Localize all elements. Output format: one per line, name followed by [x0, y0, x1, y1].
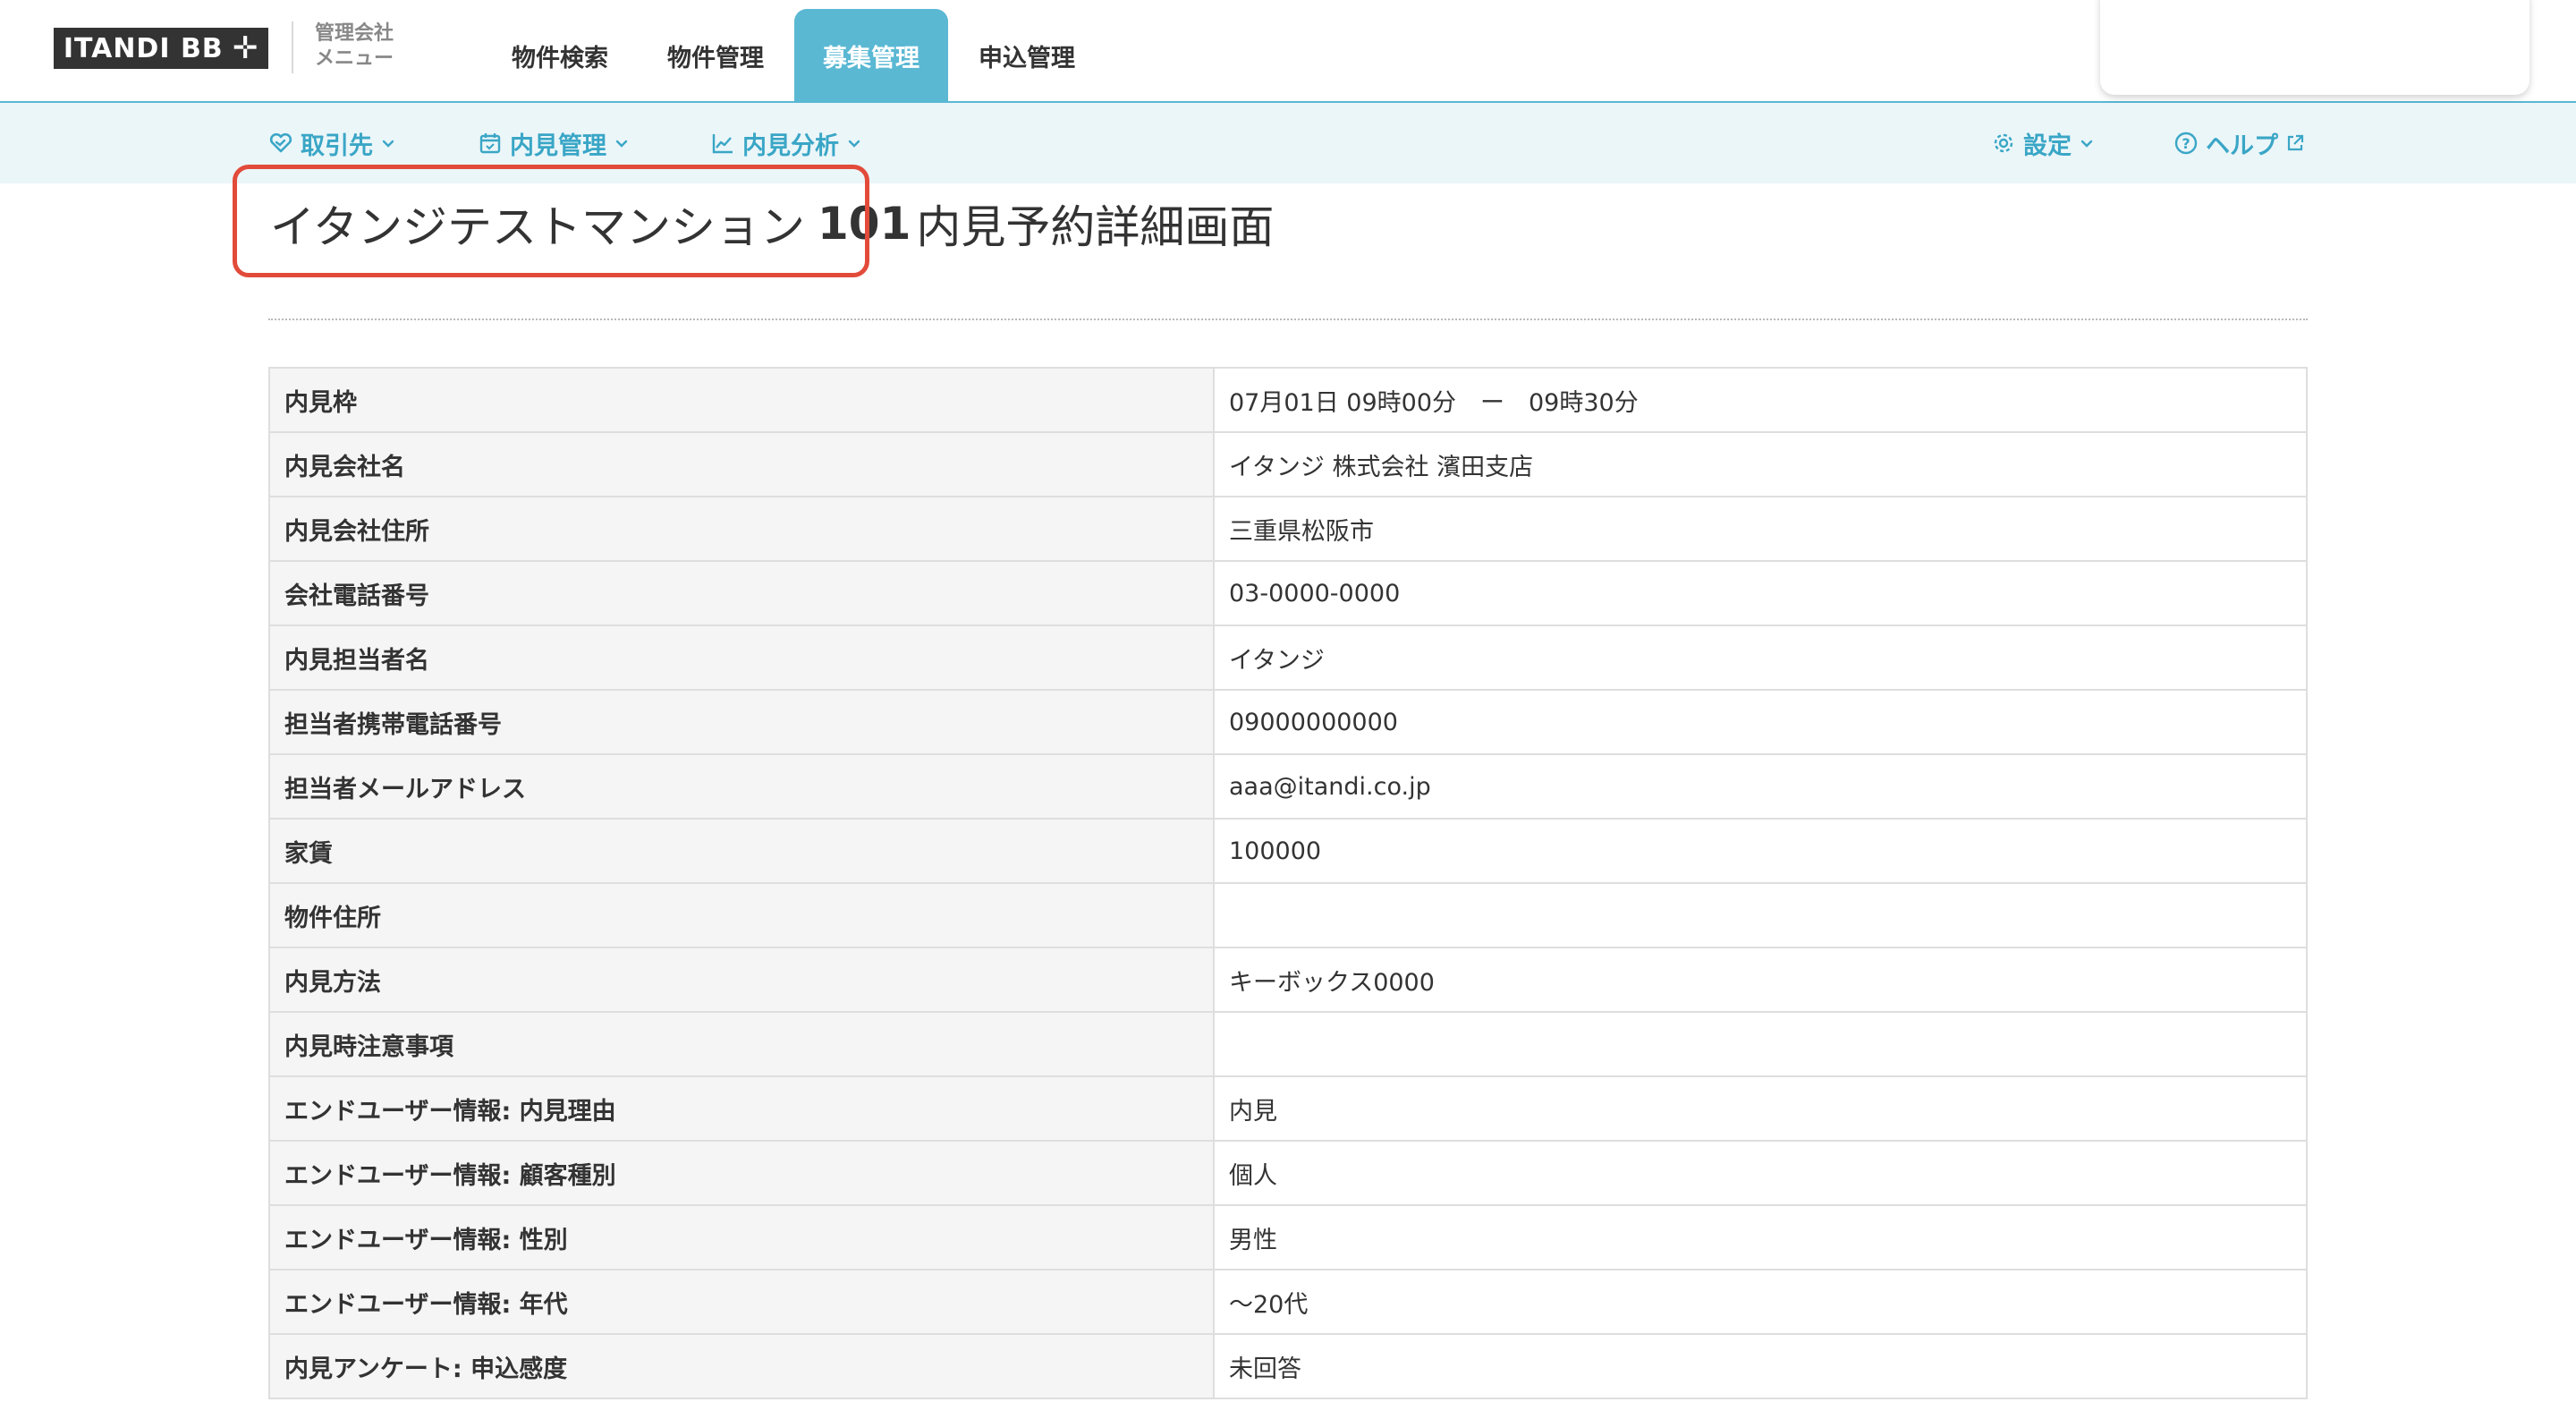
- detail-value: aaa@itandi.co.jp: [1213, 753, 2308, 820]
- detail-label: 内見時注意事項: [268, 1011, 1215, 1077]
- table-row: 内見会社住所 三重県松阪市: [268, 496, 2308, 562]
- detail-label: 物件住所: [268, 882, 1215, 948]
- detail-value: イタンジ: [1213, 625, 2308, 691]
- detail-value: 07月01日 09時00分 ー 09時30分: [1213, 367, 2308, 433]
- table-row: 内見アンケート: 申込感度 未回答: [268, 1333, 2308, 1399]
- table-row: 担当者携帯電話番号 09000000000: [268, 689, 2308, 755]
- logo-text: ITANDI BB: [63, 32, 224, 64]
- table-row: 内見方法 キーボックス0000: [268, 947, 2308, 1013]
- account-dropdown[interactable]: [2100, 0, 2529, 95]
- details-table-body: 内見枠 07月01日 09時00分 ー 09時30分 内見会社名 イタンジ 株式会社 …: [268, 367, 2308, 1399]
- gear-icon: [1994, 133, 2013, 153]
- calendar-icon: [479, 133, 501, 154]
- detail-label: エンドユーザー情報: 年代: [268, 1269, 1215, 1335]
- detail-value: 03-0000-0000: [1213, 560, 2308, 626]
- table-row: 会社電話番号 03-0000-0000: [268, 560, 2308, 626]
- detail-value: 男性: [1213, 1204, 2308, 1270]
- detail-label: 担当者携帯電話番号: [268, 689, 1215, 755]
- table-row: 内見担当者名 イタンジ: [268, 625, 2308, 691]
- table-row: エンドユーザー情報: 年代 〜20代: [268, 1269, 2308, 1335]
- logo-plus-icon: ✛: [232, 30, 259, 66]
- chevron-down-icon: [615, 140, 628, 148]
- subnav-viewing-management-label: 内見管理: [510, 132, 606, 160]
- subnav-help-label: ヘルプ: [2206, 132, 2278, 160]
- subnav-settings-label: 設定: [2023, 132, 2072, 160]
- external-link-icon: [2287, 134, 2304, 151]
- subnav-help[interactable]: ? ヘルプ: [2174, 103, 2305, 183]
- detail-value: 個人: [1213, 1140, 2308, 1206]
- main-nav: 物件検索 物件管理 募集管理 申込管理: [483, 9, 1106, 102]
- table-row: 担当者メールアドレス aaa@itandi.co.jp: [268, 753, 2308, 820]
- detail-label: 内見担当者名: [268, 625, 1215, 691]
- chevron-down-icon: [382, 140, 394, 148]
- detail-value: 100000: [1213, 818, 2308, 884]
- detail-label: 内見会社名: [268, 431, 1215, 497]
- detail-value: 未回答: [1213, 1333, 2308, 1399]
- management-menu-label: 管理会社 メニュー: [292, 21, 394, 73]
- table-row: エンドユーザー情報: 顧客種別 個人: [268, 1140, 2308, 1206]
- detail-label: 内見枠: [268, 367, 1215, 433]
- detail-value: 三重県松阪市: [1213, 496, 2308, 562]
- itandi-bb-logo[interactable]: ITANDI BB ✛: [54, 28, 268, 69]
- handshake-icon: [269, 132, 292, 153]
- table-row: エンドユーザー情報: 内見理由 内見: [268, 1075, 2308, 1142]
- detail-value: 09000000000: [1213, 689, 2308, 755]
- detail-value: キーボックス0000: [1213, 947, 2308, 1013]
- detail-value: [1213, 882, 2308, 948]
- detail-label: 内見方法: [268, 947, 1215, 1013]
- detail-label: 家賃: [268, 818, 1215, 884]
- subnav-business-partners-label: 取引先: [301, 132, 373, 160]
- page-title-suffix: 内見予約詳細画面: [916, 201, 1275, 253]
- chevron-down-icon: [848, 140, 860, 148]
- nav-property-management[interactable]: 物件管理: [639, 9, 792, 102]
- table-row: 家賃 100000: [268, 818, 2308, 884]
- viewing-reservation-details-table: 内見枠 07月01日 09時00分 ー 09時30分 内見会社名 イタンジ 株式会社 …: [268, 367, 2308, 1399]
- question-circle-icon: ?: [2174, 132, 2198, 155]
- table-row: 物件住所: [268, 882, 2308, 948]
- detail-value: 内見: [1213, 1075, 2308, 1142]
- nav-application-management[interactable]: 申込管理: [950, 9, 1104, 102]
- subnav-viewing-analysis-label: 内見分析: [742, 132, 839, 160]
- chevron-down-icon: [2080, 140, 2093, 148]
- detail-label: 会社電話番号: [268, 560, 1215, 626]
- line-chart-icon: [712, 134, 733, 154]
- detail-label: 内見会社住所: [268, 496, 1215, 562]
- detail-label: 担当者メールアドレス: [268, 753, 1215, 820]
- detail-value: [1213, 1011, 2308, 1077]
- nav-recruitment-management[interactable]: 募集管理: [794, 9, 948, 102]
- nav-property-search[interactable]: 物件検索: [483, 9, 637, 102]
- detail-label: エンドユーザー情報: 顧客種別: [268, 1140, 1215, 1206]
- top-header: ITANDI BB ✛ 管理会社 メニュー 物件検索 物件管理 募集管理 申込管…: [0, 0, 2576, 103]
- detail-value: 〜20代: [1213, 1269, 2308, 1335]
- table-row: エンドユーザー情報: 性別 男性: [268, 1204, 2308, 1270]
- subnav-settings[interactable]: 設定: [1991, 103, 2095, 183]
- table-row: 内見会社名 イタンジ 株式会社 濱田支店: [268, 431, 2308, 497]
- detail-label: エンドユーザー情報: 内見理由: [268, 1075, 1215, 1142]
- highlight-annotation-box: [233, 165, 869, 277]
- detail-label: 内見アンケート: 申込感度: [268, 1333, 1215, 1399]
- svg-text:?: ?: [2182, 135, 2190, 152]
- detail-label: エンドユーザー情報: 性別: [268, 1204, 1215, 1270]
- detail-value: イタンジ 株式会社 濱田支店: [1213, 431, 2308, 497]
- title-divider: [268, 319, 2308, 320]
- table-row: 内見時注意事項: [268, 1011, 2308, 1077]
- table-row: 内見枠 07月01日 09時00分 ー 09時30分: [268, 367, 2308, 433]
